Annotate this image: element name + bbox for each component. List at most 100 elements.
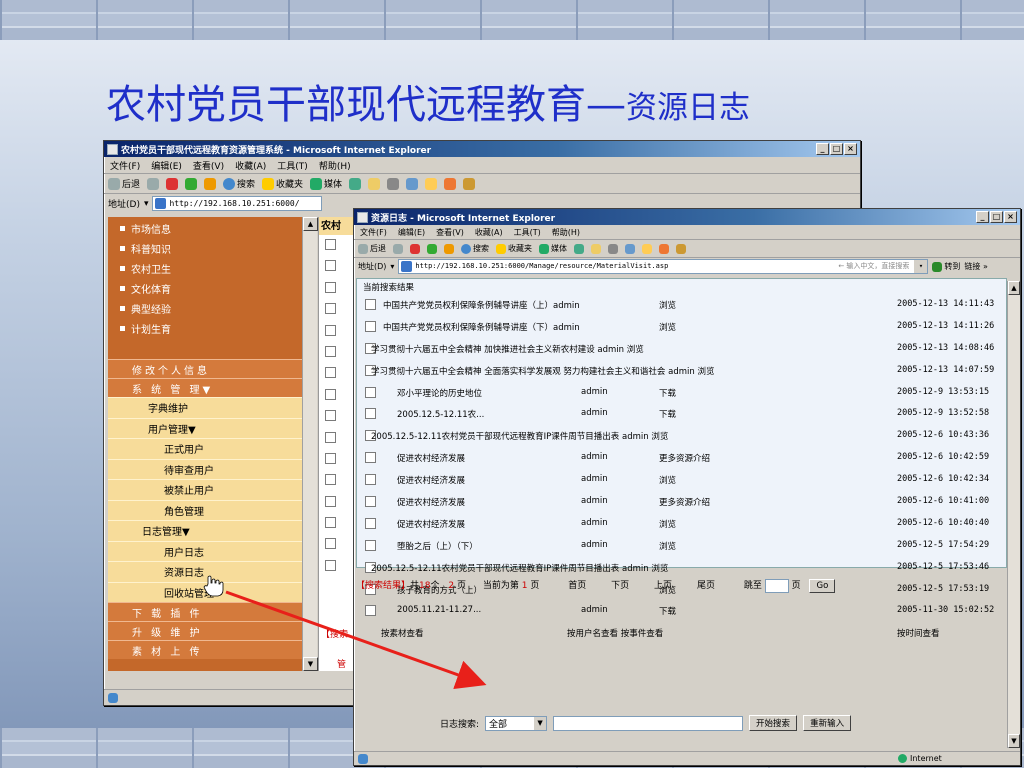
jump-page-input[interactable] xyxy=(764,578,789,593)
history-icon[interactable] xyxy=(574,243,584,254)
row-checkbox[interactable] xyxy=(365,299,376,310)
row-checkbox[interactable] xyxy=(365,517,376,529)
menu-pending-users[interactable]: 待审查用户 xyxy=(108,458,302,479)
menu-edit[interactable]: 编辑(E) xyxy=(398,227,425,238)
row-checkbox[interactable] xyxy=(325,367,336,379)
media-button[interactable]: 媒体 xyxy=(539,243,567,254)
row-checkbox[interactable] xyxy=(325,538,336,550)
row-title[interactable]: 堕胎之后（上）（下） xyxy=(397,540,478,552)
address-dropdown-icon[interactable]: ▾ xyxy=(144,199,149,209)
row-checkbox[interactable] xyxy=(325,281,336,293)
scroll-up-icon[interactable]: ▲ xyxy=(1008,281,1020,295)
menu-help[interactable]: 帮助(H) xyxy=(319,159,351,172)
menu-dictionary[interactable]: 字典维护 xyxy=(108,397,302,418)
address-input[interactable]: http://192.168.10.251:6000/Manage/resour… xyxy=(398,259,929,274)
menu-file[interactable]: 文件(F) xyxy=(360,227,387,238)
links-label[interactable]: 链接 » xyxy=(964,261,987,272)
edit-icon[interactable] xyxy=(625,243,635,254)
menu-tools[interactable]: 工具(T) xyxy=(514,227,541,238)
print-icon[interactable] xyxy=(608,243,618,254)
menu-favorites[interactable]: 收藏(A) xyxy=(235,159,266,172)
menu-help[interactable]: 帮助(H) xyxy=(552,227,580,238)
forward-arrow-icon[interactable] xyxy=(393,243,403,254)
row-title[interactable]: 促进农村经济发展 xyxy=(397,452,465,464)
stop-icon[interactable] xyxy=(166,177,179,190)
row-checkbox[interactable] xyxy=(325,239,336,250)
menu-view[interactable]: 查看(V) xyxy=(436,227,464,238)
menu-log-management[interactable]: 日志管理▼ xyxy=(108,520,302,541)
tool-icon[interactable] xyxy=(676,243,686,254)
scroll-down-icon[interactable]: ▼ xyxy=(1008,734,1020,748)
favorites-button[interactable]: 收藏夹 xyxy=(496,243,532,254)
row-checkbox[interactable] xyxy=(325,324,336,336)
minimize-button[interactable]: _ xyxy=(816,143,829,155)
row-checkbox[interactable] xyxy=(325,388,336,400)
maximize-button[interactable]: □ xyxy=(830,143,843,155)
row-title[interactable]: 促进农村经济发展 xyxy=(397,496,465,508)
home-icon[interactable] xyxy=(444,243,454,254)
row-title[interactable]: 促进农村经济发展 xyxy=(397,474,465,486)
row-title[interactable]: 促进农村经济发展 xyxy=(397,518,465,530)
log-search-input[interactable] xyxy=(553,715,744,731)
menu-role-management[interactable]: 角色管理 xyxy=(108,499,302,520)
menu-edit-profile[interactable]: 修改个人信息 xyxy=(108,359,302,378)
menu-file[interactable]: 文件(F) xyxy=(110,159,140,172)
prev-page-link[interactable]: 上页 xyxy=(654,581,672,591)
minimize-button[interactable]: _ xyxy=(976,211,989,223)
next-page-link[interactable]: 下页 xyxy=(611,581,629,591)
refresh-icon[interactable] xyxy=(427,243,437,254)
folder-icon[interactable] xyxy=(642,243,652,254)
messenger-icon[interactable] xyxy=(659,243,669,254)
menu-tools[interactable]: 工具(T) xyxy=(277,159,308,172)
nav-item-science[interactable]: 科普知识 xyxy=(108,238,302,258)
menu-edit[interactable]: 编辑(E) xyxy=(151,159,182,172)
row-checkbox[interactable] xyxy=(365,496,376,508)
row-title[interactable]: 2005.11.21-11.27... xyxy=(397,605,481,615)
menu-system-admin[interactable]: 系 统 管 理▼ xyxy=(108,378,302,397)
scroll-down-icon[interactable]: ▼ xyxy=(303,657,318,671)
print-icon[interactable] xyxy=(387,177,400,190)
view-by-user-event-link[interactable]: 按用户名查看 按事件查看 xyxy=(567,627,663,639)
address-input[interactable]: http://192.168.10.251:6000/ xyxy=(152,196,323,211)
row-title[interactable]: 学习贯彻十六届五中全会精神 加快推进社会主义新农村建设 admin 浏览 xyxy=(371,343,644,355)
row-title[interactable]: 2005.12.5-12.11农... xyxy=(397,408,484,420)
row-checkbox[interactable] xyxy=(365,605,376,617)
search-button[interactable]: 搜索 xyxy=(461,243,489,254)
left-nav-scrollbar[interactable]: ▲ ▼ xyxy=(302,217,318,671)
row-title[interactable]: 邓小平理论的历史地位 xyxy=(397,387,482,399)
last-page-link[interactable]: 尾页 xyxy=(697,581,715,591)
close-button[interactable]: × xyxy=(1004,211,1017,223)
forward-arrow-icon[interactable] xyxy=(147,177,160,190)
stop-icon[interactable] xyxy=(410,243,420,254)
row-checkbox[interactable] xyxy=(325,410,336,422)
row-title[interactable]: 2005.12.5-12.11农村党员干部现代远程教育IP课件周节目播出表 ad… xyxy=(371,430,668,442)
row-checkbox[interactable] xyxy=(325,495,336,507)
menu-material-upload[interactable]: 素 材 上 传 xyxy=(108,640,302,659)
maximize-button[interactable]: □ xyxy=(990,211,1003,223)
view-by-material-link[interactable]: 按素材查看 xyxy=(381,627,424,639)
row-title[interactable]: 学习贯彻十六届五中全会精神 全面落实科学发展观 努力构建社会主义和谐社会 adm… xyxy=(371,365,714,377)
address-dropdown-arrow-icon[interactable]: ▾ xyxy=(914,260,928,273)
back-button[interactable]: 后退 xyxy=(358,243,386,254)
history-icon[interactable] xyxy=(349,177,362,190)
row-title[interactable]: 2005.12.5-12.11农村党员干部现代远程教育IP课件周节目播出表 ad… xyxy=(371,562,668,574)
folder-icon[interactable] xyxy=(425,177,438,190)
media-button[interactable]: 媒体 xyxy=(310,177,342,190)
first-page-link[interactable]: 首页 xyxy=(568,581,586,591)
row-checkbox[interactable] xyxy=(325,517,336,529)
row-checkbox[interactable] xyxy=(365,452,376,464)
nav-item-family-planning[interactable]: 计划生育 xyxy=(108,318,302,338)
row-checkbox[interactable] xyxy=(365,408,376,420)
row-checkbox[interactable] xyxy=(325,452,336,464)
close-button[interactable]: × xyxy=(844,143,857,155)
menu-resource-log[interactable]: 资源日志 xyxy=(108,561,302,582)
tool-icon[interactable] xyxy=(463,177,476,190)
menu-user-log[interactable]: 用户日志 xyxy=(108,540,302,561)
row-checkbox[interactable] xyxy=(365,386,376,398)
row-checkbox[interactable] xyxy=(325,474,336,486)
nav-item-market[interactable]: 市场信息 xyxy=(108,218,302,238)
edit-icon[interactable] xyxy=(406,177,419,190)
scroll-up-icon[interactable]: ▲ xyxy=(303,217,318,231)
row-checkbox[interactable] xyxy=(325,260,336,272)
favorites-button[interactable]: 收藏夹 xyxy=(262,177,303,190)
